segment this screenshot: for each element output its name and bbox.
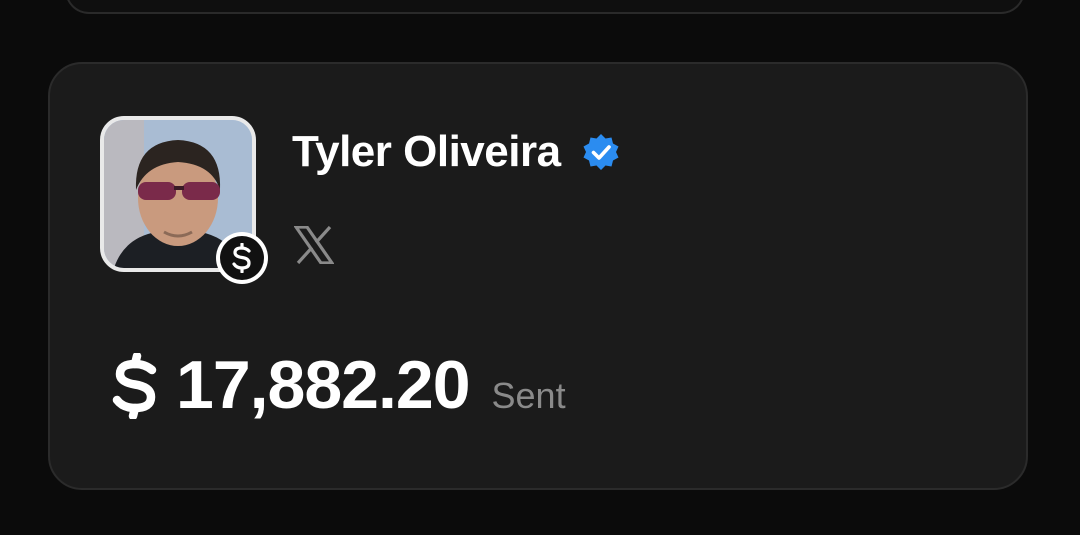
status-label: Sent — [491, 375, 566, 416]
amount-row: 17,882.20 Sent — [108, 346, 566, 426]
profile-card[interactable]: Tyler Oliveira 17,882.20 Sent — [48, 62, 1028, 490]
verified-badge-icon — [583, 134, 619, 170]
avatar-container[interactable] — [100, 116, 268, 284]
x-logo-icon[interactable] — [294, 226, 334, 264]
name-row: Tyler Oliveira — [292, 124, 621, 180]
dollar-sign-icon — [112, 353, 157, 419]
profile-name: Tyler Oliveira — [292, 127, 561, 176]
previous-card — [65, 0, 1025, 14]
page: Tyler Oliveira 17,882.20 Sent — [0, 0, 1080, 535]
cash-badge — [216, 232, 268, 284]
amount-value: 17,882.20 — [176, 347, 471, 423]
cash-dollar-icon — [232, 243, 251, 273]
